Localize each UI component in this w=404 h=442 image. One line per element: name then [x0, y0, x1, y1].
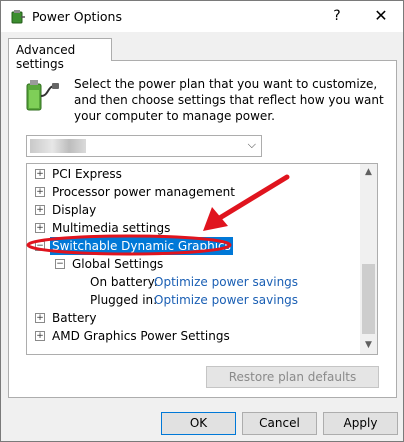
collapse-icon[interactable]: −	[55, 259, 65, 269]
tree-item-label: Display	[52, 203, 97, 217]
tab-advanced-settings[interactable]: Advanced settings	[8, 38, 112, 71]
power-plan-select[interactable]: ⌵	[26, 135, 262, 157]
apply-button[interactable]: Apply	[323, 412, 398, 435]
setting-label: Plugged in:	[90, 293, 158, 307]
tree-item-label: Processor power management	[52, 185, 235, 199]
tree-item-label: Global Settings	[72, 257, 164, 271]
restore-plan-defaults-button[interactable]: Restore plan defaults	[206, 366, 379, 388]
setting-plugged-in[interactable]: Plugged in: Optimize power savings	[90, 291, 298, 309]
cancel-button[interactable]: Cancel	[242, 412, 317, 435]
on-battery-value-link[interactable]: Optimize power savings	[154, 273, 298, 291]
tree-item-label: Switchable Dynamic Graphics	[50, 237, 233, 255]
expand-icon[interactable]: +	[35, 313, 45, 323]
plan-description: Select the power plan that you want to c…	[74, 77, 384, 123]
expand-icon[interactable]: +	[35, 205, 45, 215]
collapse-icon[interactable]: −	[35, 241, 45, 251]
ok-button[interactable]: OK	[161, 412, 236, 435]
expand-icon[interactable]: +	[35, 169, 45, 179]
tree-item-label: Multimedia settings	[52, 221, 171, 235]
expand-icon[interactable]: +	[35, 223, 45, 233]
tree-item-label: PCI Express	[52, 167, 122, 181]
help-button[interactable]: ?	[319, 3, 355, 29]
title-bar: Power Options ? ✕	[1, 1, 403, 32]
close-button[interactable]: ✕	[363, 3, 399, 29]
power-options-icon	[11, 10, 25, 24]
setting-on-battery[interactable]: On battery: Optimize power savings	[90, 273, 298, 291]
plan-name-redacted	[30, 139, 86, 153]
tree-item-label: AMD Graphics Power Settings	[52, 329, 230, 343]
tab-label: Advanced settings	[16, 43, 76, 71]
tree-item-label: Battery	[52, 311, 97, 325]
expand-icon[interactable]: +	[35, 331, 45, 341]
battery-icon	[26, 80, 59, 111]
scroll-thumb[interactable]	[362, 264, 375, 334]
window-title: Power Options	[32, 9, 122, 24]
plugged-in-value-link[interactable]: Optimize power savings	[154, 291, 298, 309]
settings-tree[interactable]: + PCI Express + Processor power manageme…	[26, 163, 378, 355]
scroll-up-arrow-icon[interactable]: ▲	[360, 164, 377, 181]
expand-icon[interactable]: +	[35, 187, 45, 197]
tree-scrollbar[interactable]: ▲ ▼	[360, 164, 377, 354]
scroll-down-arrow-icon[interactable]: ▼	[360, 337, 377, 354]
power-options-dialog: Power Options ? ✕ Advanced settings Sele…	[0, 0, 404, 442]
setting-label: On battery:	[90, 275, 158, 289]
chevron-down-icon: ⌵	[247, 138, 256, 151]
